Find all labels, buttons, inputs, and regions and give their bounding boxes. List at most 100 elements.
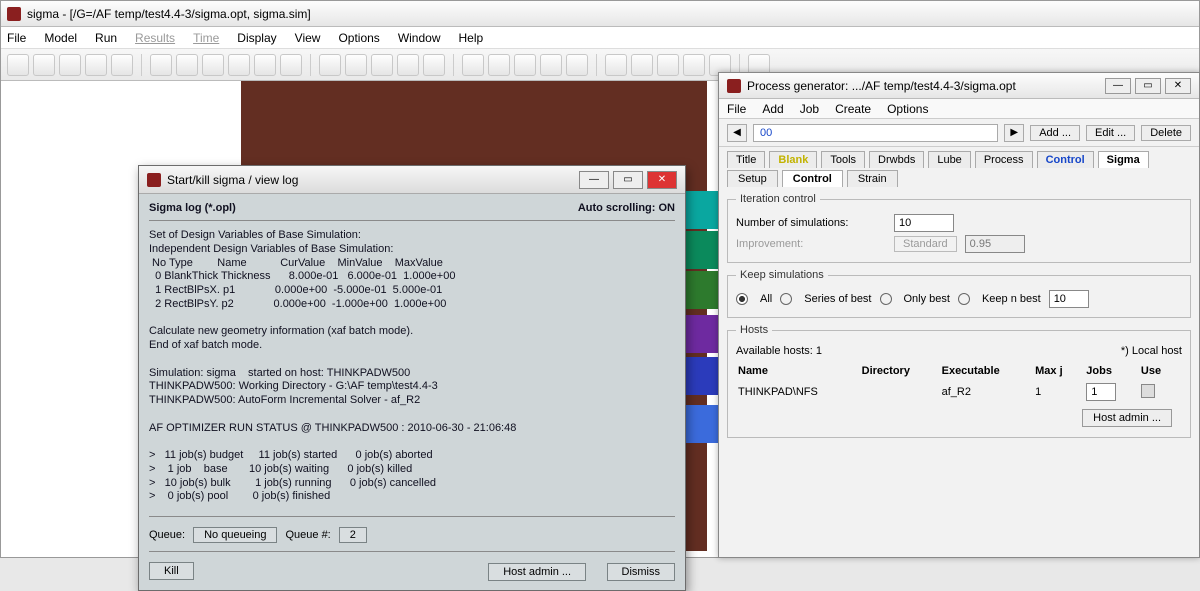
minimize-button[interactable]: — — [579, 171, 609, 189]
toolbar-btn[interactable] — [33, 54, 55, 76]
delete-button[interactable]: Delete — [1141, 125, 1191, 141]
close-button[interactable]: ✕ — [1165, 78, 1191, 94]
host-use-checkbox[interactable] — [1141, 384, 1155, 398]
add-button[interactable]: Add ... — [1030, 125, 1080, 141]
minimize-button[interactable]: — — [1105, 78, 1131, 94]
subtab-strain[interactable]: Strain — [847, 170, 898, 187]
improvement-input — [965, 235, 1025, 253]
toolbar-btn[interactable] — [7, 54, 29, 76]
close-button[interactable]: ✕ — [647, 171, 677, 189]
iteration-legend: Iteration control — [736, 193, 820, 205]
maximize-button[interactable]: ▭ — [1135, 78, 1161, 94]
pg-titlebar[interactable]: Process generator: .../AF temp/test4.4-3… — [719, 73, 1199, 99]
toolbar-btn[interactable] — [657, 54, 679, 76]
queue-num-label: Queue #: — [285, 529, 330, 541]
pg-subtabs: Setup Control Strain — [719, 168, 1199, 187]
toolbar-btn[interactable] — [514, 54, 536, 76]
radio-keep-n[interactable] — [958, 293, 970, 305]
toolbar-btn[interactable] — [423, 54, 445, 76]
radio-only[interactable] — [880, 293, 892, 305]
queue-mode-select[interactable]: No queueing — [193, 527, 277, 543]
improvement-mode[interactable]: Standard — [894, 236, 957, 252]
host-row: THINKPAD\NFS af_R2 1 — [738, 381, 1180, 403]
pg-menu-options[interactable]: Options — [887, 102, 928, 116]
nav-prev-button[interactable]: ◀ — [727, 124, 747, 142]
tab-blank[interactable]: Blank — [769, 151, 817, 168]
menu-file[interactable]: File — [7, 31, 26, 45]
tab-control[interactable]: Control — [1037, 151, 1094, 168]
toolbar-btn[interactable] — [202, 54, 224, 76]
toolbar-btn[interactable] — [111, 54, 133, 76]
keep-n-input[interactable] — [1049, 290, 1089, 308]
toolbar-btn[interactable] — [176, 54, 198, 76]
nsim-input[interactable] — [894, 214, 954, 232]
dismiss-button[interactable]: Dismiss — [607, 563, 676, 581]
hosts-legend: Hosts — [736, 324, 772, 336]
divider — [149, 516, 675, 517]
queue-num-select[interactable]: 2 — [339, 527, 367, 543]
toolbar-btn[interactable] — [371, 54, 393, 76]
maximize-button[interactable]: ▭ — [613, 171, 643, 189]
tab-sigma[interactable]: Sigma — [1098, 151, 1149, 168]
pg-menu-job[interactable]: Job — [800, 102, 819, 116]
host-name: THINKPAD\NFS — [738, 381, 860, 403]
nav-next-button[interactable]: ▶ — [1004, 124, 1024, 142]
host-maxj: 1 — [1035, 381, 1084, 403]
toolbar-btn[interactable] — [488, 54, 510, 76]
nav-value[interactable]: 00 — [753, 124, 998, 142]
log-titlebar[interactable]: Start/kill sigma / view log — ▭ ✕ — [139, 166, 685, 194]
tab-title[interactable]: Title — [727, 151, 765, 168]
edit-button[interactable]: Edit ... — [1086, 125, 1135, 141]
menu-window[interactable]: Window — [398, 31, 441, 45]
radio-all-label: All — [760, 293, 772, 305]
toolbar-separator — [141, 54, 142, 76]
toolbar-btn[interactable] — [462, 54, 484, 76]
pg-menu-add[interactable]: Add — [762, 102, 783, 116]
toolbar-btn[interactable] — [280, 54, 302, 76]
tab-process[interactable]: Process — [975, 151, 1033, 168]
menu-help[interactable]: Help — [459, 31, 484, 45]
app-icon — [147, 173, 161, 187]
toolbar-btn[interactable] — [85, 54, 107, 76]
pg-menubar: File Add Job Create Options — [719, 99, 1199, 119]
radio-series[interactable] — [780, 293, 792, 305]
toolbar-separator — [310, 54, 311, 76]
menu-time[interactable]: Time — [193, 31, 219, 45]
toolbar-btn[interactable] — [566, 54, 588, 76]
menu-model[interactable]: Model — [44, 31, 77, 45]
toolbar-btn[interactable] — [683, 54, 705, 76]
kill-button[interactable]: Kill — [149, 562, 194, 580]
improvement-label: Improvement: — [736, 238, 886, 250]
toolbar-btn[interactable] — [540, 54, 562, 76]
toolbar-btn[interactable] — [345, 54, 367, 76]
menu-display[interactable]: Display — [237, 31, 276, 45]
menu-options[interactable]: Options — [338, 31, 379, 45]
host-jobs-input[interactable] — [1086, 383, 1116, 401]
menu-results[interactable]: Results — [135, 31, 175, 45]
toolbar-btn[interactable] — [150, 54, 172, 76]
toolbar-btn[interactable] — [59, 54, 81, 76]
host-admin-button[interactable]: Host admin ... — [488, 563, 586, 581]
log-text: Set of Design Variables of Base Simulati… — [149, 229, 675, 504]
iteration-control-group: Iteration control Number of simulations:… — [727, 193, 1191, 263]
tab-drwbds[interactable]: Drwbds — [869, 151, 924, 168]
subtab-control[interactable]: Control — [782, 170, 843, 187]
radio-only-label: Only best — [904, 293, 950, 305]
toolbar-btn[interactable] — [319, 54, 341, 76]
radio-all[interactable] — [736, 293, 748, 305]
tab-tools[interactable]: Tools — [821, 151, 865, 168]
toolbar-btn[interactable] — [397, 54, 419, 76]
pg-menu-create[interactable]: Create — [835, 102, 871, 116]
menu-run[interactable]: Run — [95, 31, 117, 45]
pg-menu-file[interactable]: File — [727, 102, 746, 116]
menu-view[interactable]: View — [295, 31, 321, 45]
subtab-setup[interactable]: Setup — [727, 170, 778, 187]
toolbar-btn[interactable] — [228, 54, 250, 76]
toolbar-btn[interactable] — [605, 54, 627, 76]
main-title: sigma - [/G=/AF temp/test4.4-3/sigma.opt… — [27, 7, 311, 21]
toolbar-btn[interactable] — [254, 54, 276, 76]
tab-lube[interactable]: Lube — [928, 151, 970, 168]
col-jobs: Jobs — [1086, 363, 1139, 379]
host-admin-button[interactable]: Host admin ... — [1082, 409, 1172, 427]
toolbar-btn[interactable] — [631, 54, 653, 76]
